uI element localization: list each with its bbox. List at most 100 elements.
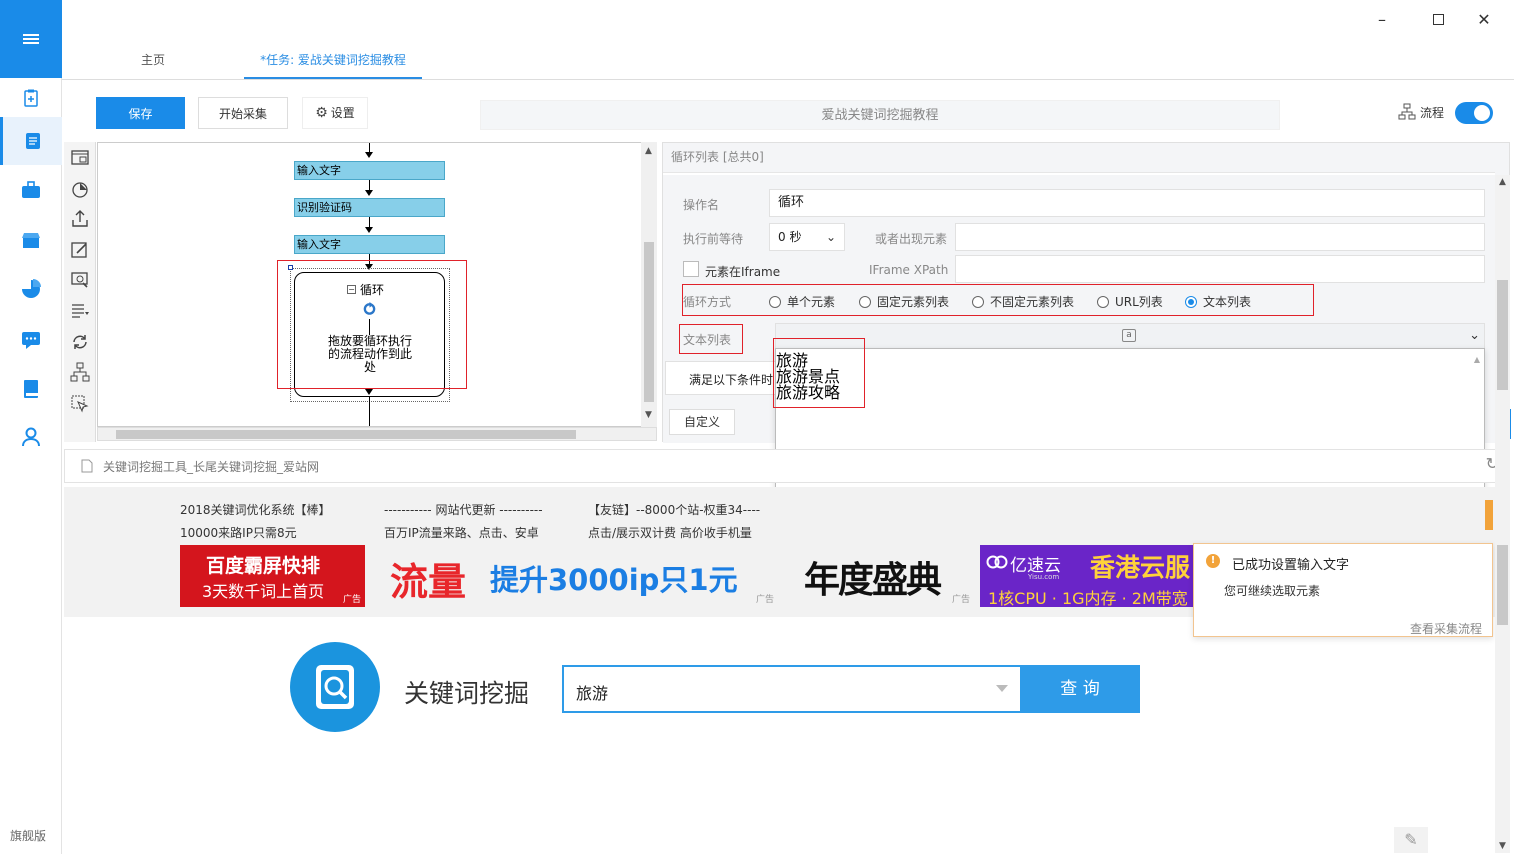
ad-link[interactable]: 百万IP流量来路、点击、安卓 [384,524,539,541]
cloud-icon [986,555,1008,569]
ad-banner-yisu[interactable]: 亿速云 Yisu.com 香港云服 1核CPU · 1G内存 · 2M带宽 [980,545,1194,607]
sidebar-item-account[interactable] [0,413,62,461]
notification-toast: ! 已成功设置输入文字 您可继续选取元素 查看采集流程 [1193,543,1493,637]
chat-icon [22,332,40,349]
condition-label: 满足以下条件时 [689,373,774,387]
warning-icon: ! [1206,554,1220,568]
clipboard-plus-icon [24,89,38,107]
sidebar-item-tutorials[interactable] [0,365,62,413]
page-title: 关键词挖掘工具_长尾关键词挖掘_爱站网 [103,460,320,474]
flow-label: 流程 [1420,105,1445,120]
loop-list-header: 循环列表 [总共0] [671,150,764,164]
iframe-xpath-input[interactable] [955,255,1485,283]
custom-button[interactable]: 自定义 [669,409,735,435]
flowchart-icon [1398,103,1416,120]
tab-bar: 主页 *任务: 爱战关键词挖掘教程 [62,40,1514,80]
tab-home[interactable]: 主页 [118,40,188,79]
store-icon [22,233,40,248]
left-sidebar: 旗舰版 [0,0,62,854]
extract-icon[interactable] [70,209,90,229]
task-name-field[interactable]: 爱战关键词挖掘教程 [480,100,1280,130]
ad-link[interactable]: 10000来路IP只需8元 [180,524,297,541]
highlight-text-lines [773,338,865,408]
highlight-text-list-label [679,324,743,354]
tab-task[interactable]: *任务: 爱战关键词挖掘教程 [244,40,422,79]
iframe-xpath-label: IFrame XPath [869,263,949,277]
pie-chart-icon [22,279,41,298]
text-list-icon: a [1122,329,1136,342]
ad-link[interactable]: 点击/展示双计费 高价收手机量 [588,524,752,541]
canvas-vertical-scrollbar[interactable]: ▲ ▼ [641,142,657,427]
ad-link[interactable]: 2018关键词优化系统【棒】 [180,501,331,518]
page-icon [81,459,93,473]
ad-link[interactable]: ----------- 网站代更新 ---------- [384,501,543,518]
sidebar-item-market[interactable] [0,216,62,264]
highlight-loop-node [277,260,467,389]
text-list-dropdown[interactable]: a ⌄ [775,323,1485,349]
mouse-hover-icon[interactable] [70,394,90,414]
switch-dropdown-icon[interactable] [70,300,90,320]
toast-title: 已成功设置输入文字 [1232,558,1350,573]
main-vertical-scrollbar[interactable]: ▲ ▼ [1495,175,1510,853]
ad-banner-festival[interactable]: 年度盛典 广告 [788,545,972,607]
sidebar-item-tasks[interactable] [0,117,62,165]
gear-icon: ⚙ [315,105,328,121]
iframe-checkbox[interactable] [683,261,699,277]
wait-label: 执行前等待 [683,232,744,246]
flow-toggle-switch[interactable] [1455,102,1493,124]
op-name-input[interactable]: 循环 [769,189,1485,217]
save-button[interactable]: 保存 [96,97,185,129]
web-page: 2018关键词优化系统【棒】 10000来路IP只需8元 -----------… [64,487,1496,853]
toast-body: 您可继续选取元素 [1224,584,1321,598]
close-icon[interactable]: ✕ [1476,12,1492,28]
or-appear-input[interactable] [955,223,1485,251]
logo-title: 关键词挖掘 [404,679,530,708]
settings-button[interactable]: ⚙ 设置 [302,97,368,129]
sidebar-item-messages[interactable] [0,316,62,364]
open-page-icon[interactable] [70,148,90,168]
search-button[interactable]: 查 询 [1020,665,1140,713]
wait-select-value: 0 秒 [778,230,802,244]
book-icon [24,380,38,398]
maximize-icon[interactable] [1430,12,1446,28]
edit-pencil-icon[interactable]: ✎ [1394,827,1428,853]
window-controls: – ✕ [1354,0,1514,40]
input-text-icon[interactable] [70,240,90,260]
dropdown-arrow-icon[interactable] [996,685,1008,692]
flow-toggle-label: 流程 [1398,103,1444,121]
menu-button[interactable] [0,0,62,78]
minimize-icon[interactable]: – [1374,12,1390,28]
or-appear-label: 或者出现元素 [875,232,948,246]
workflow-canvas[interactable]: 输入文字 识别验证码 输入文字 − 循环 拖放要循环执行的流程动作到此处 [97,142,657,427]
wait-select[interactable]: 0 秒 ⌄ [769,223,845,251]
keyword-search-input[interactable]: 旅游 [562,665,1022,713]
user-icon [22,427,40,447]
flow-node-input-text[interactable]: 输入文字 [294,161,445,180]
site-logo[interactable] [290,642,380,732]
sidebar-item-stats[interactable] [0,265,62,313]
chevron-down-icon: ⌄ [1469,328,1480,343]
start-collect-button[interactable]: 开始采集 [198,97,288,129]
canvas-horizontal-scrollbar[interactable] [97,427,657,441]
flow-node-captcha[interactable]: 识别验证码 [294,198,445,217]
iframe-label: 元素在Iframe [705,265,781,279]
sidebar-item-new-task[interactable] [0,74,62,122]
op-name-label: 操作名 [683,198,720,212]
briefcase-icon [22,181,40,198]
chevron-down-icon: ⌄ [825,230,836,244]
condition-icon[interactable] [70,362,90,382]
click-icon[interactable] [70,179,90,199]
sidebar-item-toolbox[interactable] [0,166,62,214]
browser-url-bar[interactable]: 关键词挖掘工具_长尾关键词挖掘_爱站网 ↻ [64,449,1504,483]
action-tool-strip [64,142,96,442]
edition-label: 旗舰版 [10,829,47,843]
hamburger-icon [23,34,39,44]
captcha-icon[interactable] [70,270,90,290]
ad-banner-baidu[interactable]: 百度霸屏快排 3天数千词上首页 广告 [180,545,365,607]
loop-icon[interactable] [70,332,90,352]
flow-node-input-text-2[interactable]: 输入文字 [294,235,445,254]
view-flow-link[interactable]: 查看采集流程 [1410,620,1482,637]
highlight-loop-mode [682,284,1314,316]
ad-banner-traffic[interactable]: 流量 提升3000ip只1元 广告 [384,545,774,607]
ad-link[interactable]: 【友链】--8000个站-权重34---- [588,501,760,518]
